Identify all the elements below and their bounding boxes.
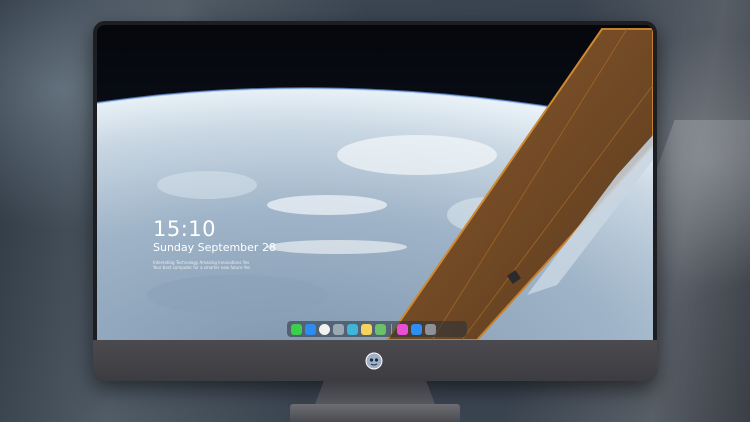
music-icon[interactable] [397,323,408,335]
wallpaper-earth-space-station [97,25,653,340]
monitor: 15:10 Sunday September 28 Interesting Te… [93,21,657,381]
photos-icon[interactable] [375,323,386,335]
brand-logo-icon [365,352,383,370]
clapper-icon[interactable] [347,323,358,335]
camera-icon[interactable] [425,323,436,335]
lock-screen-caption: Interesting Technology Amazing Innovatio… [153,260,263,270]
caption-line-2: Your best computer for a smarter new fut… [153,265,251,270]
memo-icon[interactable] [361,323,372,335]
lock-screen-time: 15:10 [153,217,217,241]
app-store-icon[interactable] [411,323,422,335]
dock [287,321,467,337]
dock-separator [391,324,392,334]
screen: 15:10 Sunday September 28 Interesting Te… [97,25,653,340]
monitor-stand-base [290,404,460,422]
messages-icon[interactable] [291,323,302,335]
finder-icon[interactable] [305,323,316,335]
lock-screen-date: Sunday September 28 [153,241,276,254]
clock-icon[interactable] [319,323,330,335]
notes-icon[interactable] [333,323,344,335]
